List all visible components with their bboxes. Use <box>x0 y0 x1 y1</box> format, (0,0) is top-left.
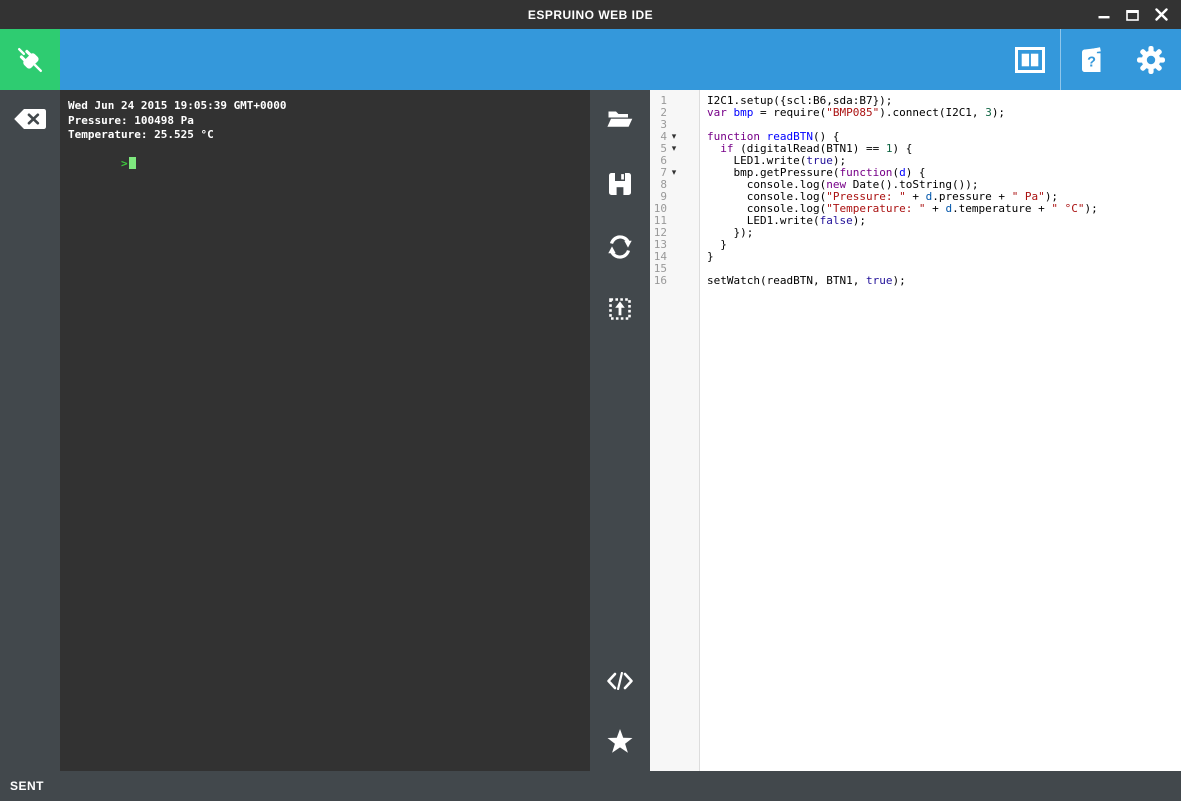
fold-gutter-empty <box>667 179 681 191</box>
window-controls <box>1089 0 1176 29</box>
main-area: Wed Jun 24 2015 19:05:39 GMT+0000Pressur… <box>0 90 1181 771</box>
line-number: 16 <box>650 275 667 287</box>
toolbar: ? <box>0 29 1181 90</box>
clear-terminal-button[interactable] <box>0 90 60 148</box>
connect-button[interactable] <box>0 29 60 90</box>
fold-gutter-empty <box>667 275 681 287</box>
fold-gutter-empty <box>667 155 681 167</box>
terminal-panel[interactable]: Wed Jun 24 2015 19:05:39 GMT+0000Pressur… <box>60 90 590 771</box>
code-lines: 1I2C1.setup({scl:B6,sda:B7});2var bmp = … <box>650 90 1181 287</box>
fold-gutter-empty <box>667 119 681 131</box>
terminal-lines: Wed Jun 24 2015 19:05:39 GMT+0000Pressur… <box>68 99 584 143</box>
fold-gutter-empty <box>667 215 681 227</box>
terminal-cursor <box>129 157 136 169</box>
maximize-button[interactable] <box>1118 0 1147 29</box>
close-icon <box>1155 8 1168 21</box>
fold-arrow-icon[interactable]: ▾ <box>667 143 681 155</box>
split-view-icon <box>1015 47 1045 73</box>
code-text: setWatch(readBTN, BTN1, true); <box>681 275 906 287</box>
code-text <box>681 119 707 131</box>
svg-text:?: ? <box>1087 54 1096 70</box>
code-view-button[interactable] <box>590 653 650 709</box>
terminal-line: Temperature: 25.525 °C <box>68 128 584 143</box>
sync-button[interactable] <box>590 219 650 275</box>
code-text: var bmp = require("BMP085").connect(I2C1… <box>681 107 1005 119</box>
fold-arrow-icon[interactable]: ▾ <box>667 167 681 179</box>
fold-gutter-empty <box>667 263 681 275</box>
fold-gutter-empty <box>667 227 681 239</box>
terminal-line: Pressure: 100498 Pa <box>68 114 584 129</box>
star-button[interactable] <box>590 713 650 769</box>
settings-button[interactable] <box>1121 29 1181 90</box>
code-icon <box>606 672 634 690</box>
terminal-line: Wed Jun 24 2015 19:05:39 GMT+0000 <box>68 99 584 114</box>
minimize-icon <box>1098 9 1110 21</box>
flash-board-button[interactable] <box>590 281 650 337</box>
status-bar: SENT <box>0 771 1181 801</box>
code-line[interactable]: 13 } <box>650 239 1181 251</box>
floppy-save-icon <box>608 172 632 196</box>
titlebar: ESPRUINO WEB IDE <box>0 0 1181 29</box>
save-file-button[interactable] <box>590 156 650 212</box>
window-title: ESPRUINO WEB IDE <box>528 8 653 22</box>
espruino-web-ide-window: ESPRUINO WEB IDE <box>0 0 1181 801</box>
backspace-icon <box>13 108 47 130</box>
split-view-button[interactable] <box>1000 29 1060 90</box>
editor-panel[interactable]: 1I2C1.setup({scl:B6,sda:B7});2var bmp = … <box>650 90 1181 771</box>
close-button[interactable] <box>1147 0 1176 29</box>
terminal-prompt-line: > <box>68 143 584 187</box>
terminal-prompt: > <box>121 157 128 170</box>
help-book-icon: ? <box>1078 46 1105 74</box>
code-text: } <box>681 251 714 263</box>
sync-icon <box>607 234 633 260</box>
fold-arrow-icon[interactable]: ▾ <box>667 131 681 143</box>
code-line[interactable]: 14} <box>650 251 1181 263</box>
code-text <box>681 263 707 275</box>
icon-rail <box>590 90 650 771</box>
maximize-icon <box>1126 9 1139 21</box>
fold-gutter-empty <box>667 239 681 251</box>
minimize-button[interactable] <box>1089 0 1118 29</box>
folder-open-icon <box>607 108 633 128</box>
code-text: } <box>681 239 727 251</box>
code-line[interactable]: 16 setWatch(readBTN, BTN1, true); <box>650 275 1181 287</box>
help-button[interactable]: ? <box>1061 29 1121 90</box>
code-line[interactable]: 2var bmp = require("BMP085").connect(I2C… <box>650 107 1181 119</box>
left-rail <box>0 90 60 771</box>
fold-gutter-empty <box>667 251 681 263</box>
fold-gutter-empty <box>667 191 681 203</box>
plug-icon <box>12 42 48 78</box>
chip-upload-icon <box>607 296 633 322</box>
star-icon <box>606 728 634 755</box>
toolbar-spacer <box>60 29 1000 90</box>
gear-icon <box>1136 45 1166 75</box>
fold-gutter-empty <box>667 95 681 107</box>
fold-gutter-empty <box>667 203 681 215</box>
fold-gutter-empty <box>667 107 681 119</box>
code-line[interactable]: 12 }); <box>650 227 1181 239</box>
status-text: SENT <box>10 779 44 793</box>
open-file-button[interactable] <box>590 90 650 146</box>
